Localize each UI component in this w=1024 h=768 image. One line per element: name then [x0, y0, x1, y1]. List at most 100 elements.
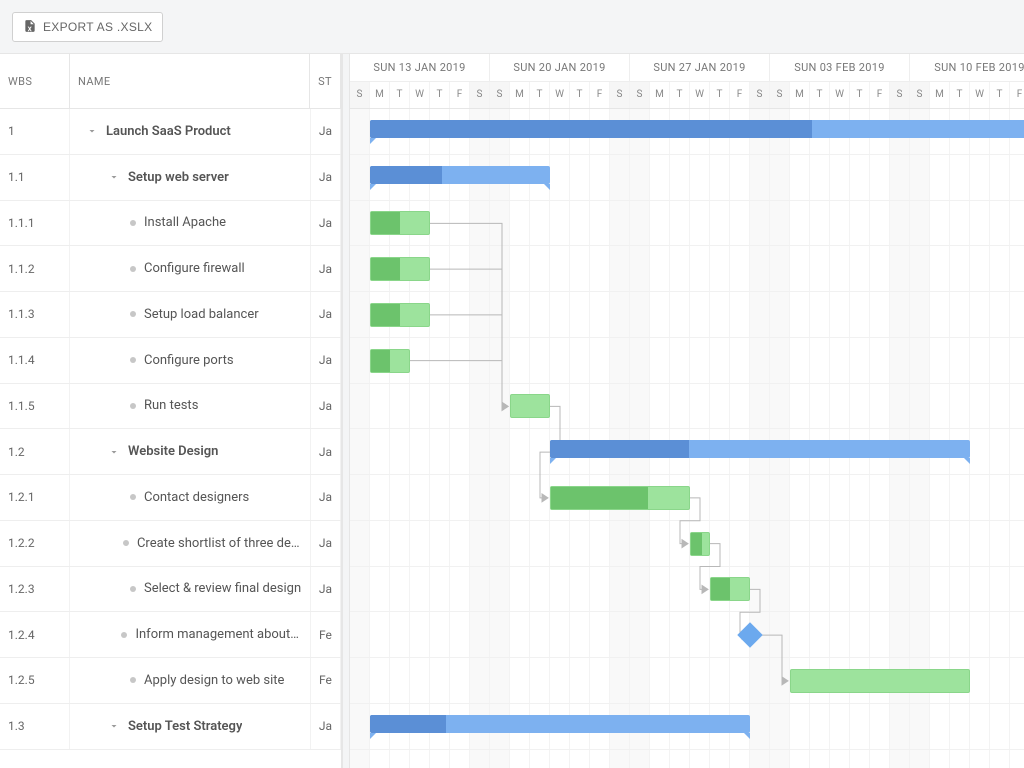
chevron-down-icon[interactable]: [108, 720, 120, 732]
chevron-down-icon[interactable]: [86, 125, 98, 137]
timeline-day[interactable]: S: [490, 82, 510, 109]
timeline-day[interactable]: S: [350, 82, 370, 109]
wbs-cell: 1.1.4: [0, 338, 70, 383]
col-header-start[interactable]: ST: [310, 54, 341, 108]
leaf-bullet-icon: [130, 311, 136, 317]
timeline-day[interactable]: S: [770, 82, 790, 109]
gantt-task-bar[interactable]: [510, 394, 550, 418]
col-header-wbs[interactable]: WBS: [0, 54, 70, 108]
gantt-task-bar[interactable]: [370, 303, 430, 327]
timeline-day[interactable]: T: [710, 82, 730, 109]
leaf-bullet-icon: [123, 540, 129, 546]
timeline-day[interactable]: T: [810, 82, 830, 109]
table-row[interactable]: 1.2.3Select & review final designJa: [0, 567, 341, 613]
timeline-day[interactable]: F: [730, 82, 750, 109]
table-row[interactable]: 1.1.4 Configure ports Ja: [0, 338, 341, 384]
gantt-task-bar[interactable]: [710, 577, 750, 601]
timeline-week[interactable]: SUN 03 FEB 2019: [770, 54, 910, 81]
timeline-day[interactable]: T: [670, 82, 690, 109]
timeline-day[interactable]: M: [650, 82, 670, 109]
task-name: Contact designers: [144, 490, 249, 505]
gantt-bars: [350, 109, 1024, 768]
export-button[interactable]: EXPORT AS .XSLX: [12, 12, 163, 42]
gantt-summary-bar[interactable]: [370, 715, 750, 733]
timeline-day[interactable]: F: [450, 82, 470, 109]
timeline-day[interactable]: S: [630, 82, 650, 109]
timeline-day[interactable]: W: [970, 82, 990, 109]
timeline-day[interactable]: T: [850, 82, 870, 109]
table-row[interactable]: 1.2.5Apply design to web siteFe: [0, 658, 341, 704]
gantt-task-bar[interactable]: [370, 211, 430, 235]
timeline-week[interactable]: SUN 10 FEB 2019: [910, 54, 1024, 81]
col-header-name[interactable]: NAME: [70, 54, 310, 108]
timeline-day[interactable]: M: [930, 82, 950, 109]
timeline-day[interactable]: F: [590, 82, 610, 109]
timeline-day[interactable]: W: [830, 82, 850, 109]
table-row[interactable]: 1.2.4Inform management about decisionFe: [0, 612, 341, 658]
timeline-week[interactable]: SUN 13 JAN 2019: [350, 54, 490, 81]
timeline-day[interactable]: M: [790, 82, 810, 109]
task-name: Launch SaaS Product: [106, 124, 231, 139]
gantt-task-bar[interactable]: [790, 669, 970, 693]
timeline-day[interactable]: W: [410, 82, 430, 109]
timeline-day[interactable]: T: [390, 82, 410, 109]
timeline-day[interactable]: S: [890, 82, 910, 109]
table-row[interactable]: 1.1.1Install ApacheJa: [0, 201, 341, 247]
task-name: Setup Test Strategy: [128, 719, 242, 734]
name-cell: Setup web server: [70, 155, 311, 200]
timeline-day[interactable]: W: [550, 82, 570, 109]
table-row[interactable]: 1.1.2Configure firewallJa: [0, 246, 341, 292]
timeline-day[interactable]: F: [1010, 82, 1024, 109]
timeline-day[interactable]: S: [910, 82, 930, 109]
gantt-summary-bar[interactable]: [370, 166, 550, 184]
gantt-summary-bar[interactable]: [370, 120, 1024, 138]
name-cell: Inform management about decision: [70, 612, 311, 657]
name-cell: Contact designers: [70, 475, 311, 520]
timeline-day[interactable]: T: [990, 82, 1010, 109]
table-row[interactable]: 1Launch SaaS ProductJa: [0, 109, 341, 155]
start-cell: Ja: [311, 292, 341, 337]
name-cell: Launch SaaS Product: [70, 109, 311, 154]
timeline-day[interactable]: M: [370, 82, 390, 109]
wbs-cell: 1.1.2: [0, 246, 70, 291]
task-name: Apply design to web site: [144, 673, 284, 688]
timeline-week[interactable]: SUN 20 JAN 2019: [490, 54, 630, 81]
timeline-day[interactable]: F: [870, 82, 890, 109]
gantt-task-bar[interactable]: [370, 349, 410, 373]
timeline-day[interactable]: S: [470, 82, 490, 109]
start-cell: Ja: [311, 338, 341, 383]
toolbar: EXPORT AS .XSLX: [0, 0, 1024, 54]
timeline-day[interactable]: T: [950, 82, 970, 109]
timeline-day[interactable]: S: [750, 82, 770, 109]
timeline-day[interactable]: M: [510, 82, 530, 109]
name-cell: Setup Test Strategy: [70, 704, 311, 749]
gantt-summary-bar[interactable]: [550, 440, 970, 458]
task-name: Configure ports: [144, 353, 234, 368]
start-cell: Fe: [311, 612, 341, 657]
gantt-task-bar[interactable]: [550, 486, 690, 510]
leaf-bullet-icon: [130, 266, 136, 272]
table-row[interactable]: 1.3Setup Test StrategyJa: [0, 704, 341, 750]
timeline-day[interactable]: T: [530, 82, 550, 109]
timeline-day[interactable]: S: [610, 82, 630, 109]
table-row[interactable]: 1.2.1Contact designersJa: [0, 475, 341, 521]
timeline-day[interactable]: T: [570, 82, 590, 109]
table-row[interactable]: 1.1Setup web serverJa: [0, 155, 341, 201]
timeline-day[interactable]: W: [690, 82, 710, 109]
chevron-down-icon[interactable]: [108, 171, 120, 183]
name-cell: Configure ports: [70, 338, 311, 383]
table-row[interactable]: 1.2.2Create shortlist of three designers…: [0, 521, 341, 567]
grid-splitter[interactable]: [342, 54, 350, 768]
table-row[interactable]: 1.2Website DesignJa: [0, 429, 341, 475]
gantt-body[interactable]: [350, 109, 1024, 768]
gantt-task-bar[interactable]: [690, 532, 710, 556]
start-cell: Ja: [311, 109, 341, 154]
timeline-day[interactable]: T: [430, 82, 450, 109]
gantt-task-bar[interactable]: [370, 257, 430, 281]
chevron-down-icon[interactable]: [108, 446, 120, 458]
leaf-bullet-icon: [121, 632, 127, 638]
table-row[interactable]: 1.1.5Run testsJa: [0, 384, 341, 430]
gantt-milestone[interactable]: [737, 622, 762, 647]
timeline-week[interactable]: SUN 27 JAN 2019: [630, 54, 770, 81]
table-row[interactable]: 1.1.3Setup load balancerJa: [0, 292, 341, 338]
